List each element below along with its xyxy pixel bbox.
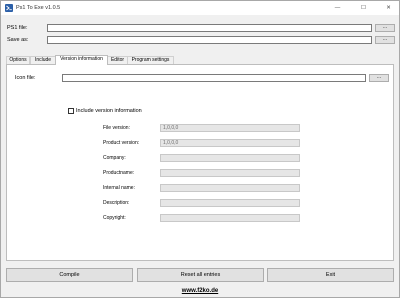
product-version-label: Product version:: [103, 140, 140, 146]
tab-program-settings[interactable]: Program settings: [127, 56, 174, 64]
close-button[interactable]: ✕: [380, 1, 397, 15]
save-as-browse-button[interactable]: ...: [375, 36, 395, 44]
save-as-input[interactable]: [47, 36, 372, 44]
company-field[interactable]: [160, 154, 300, 162]
productname-field[interactable]: [160, 169, 300, 177]
ps1-file-input[interactable]: [47, 24, 372, 32]
minimize-button[interactable]: —: [329, 1, 346, 15]
include-version-label[interactable]: Include version information: [76, 108, 142, 114]
powershell-icon: [5, 4, 13, 12]
icon-browse-button[interactable]: ...: [369, 74, 389, 82]
description-label: Description:: [103, 200, 130, 206]
file-version-label: File version:: [103, 125, 130, 131]
file-version-field[interactable]: [160, 124, 300, 132]
tab-version-information[interactable]: Version information: [55, 55, 108, 65]
window-title: Ps1 To Exe v1.0.5: [16, 4, 61, 11]
title-bar[interactable]: Ps1 To Exe v1.0.5 — ☐ ✕: [1, 1, 399, 15]
version-information-panel: Icon file: ... Include version informati…: [6, 64, 394, 261]
internal-name-label: Internal name:: [103, 185, 135, 191]
productname-label: Productname:: [103, 170, 135, 176]
description-field[interactable]: [160, 199, 300, 207]
maximize-button[interactable]: ☐: [355, 1, 372, 15]
tab-editor[interactable]: Editor: [107, 56, 128, 64]
tab-options[interactable]: Options: [6, 56, 30, 64]
app-window: Ps1 To Exe v1.0.5 — ☐ ✕ PS1 file: ... Sa…: [0, 0, 400, 298]
save-as-label: Save as:: [7, 37, 29, 43]
ps1-browse-button[interactable]: ...: [375, 24, 395, 32]
copyright-label: Copyright:: [103, 215, 126, 221]
copyright-field[interactable]: [160, 214, 300, 222]
include-version-checkbox[interactable]: [68, 108, 74, 114]
company-label: Company:: [103, 155, 126, 161]
product-version-field[interactable]: [160, 139, 300, 147]
ps1-file-label: PS1 file:: [7, 25, 28, 31]
icon-file-input[interactable]: [62, 74, 366, 82]
exit-button[interactable]: Exit: [267, 268, 394, 282]
icon-file-label: Icon file:: [15, 75, 36, 81]
website-link[interactable]: www.f2ko.de: [1, 288, 399, 294]
tab-include[interactable]: Include: [30, 56, 56, 64]
reset-all-button[interactable]: Reset all entries: [137, 268, 264, 282]
compile-button[interactable]: Compile: [6, 268, 133, 282]
internal-name-field[interactable]: [160, 184, 300, 192]
